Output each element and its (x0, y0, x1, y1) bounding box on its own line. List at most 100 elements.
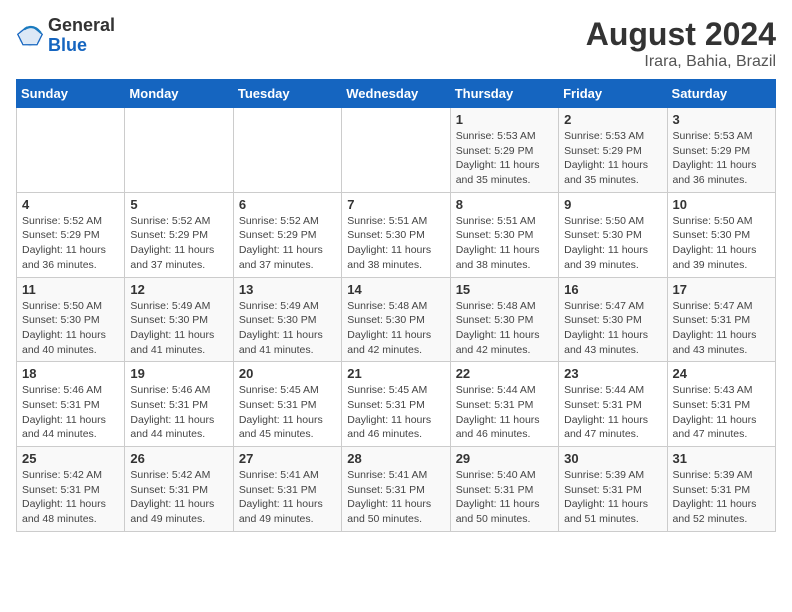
calendar-cell: 11 Sunrise: 5:50 AM Sunset: 5:30 PM Dayli… (17, 277, 125, 362)
calendar-cell: 10Sunrise: 5:50 AM Sunset: 5:30 PM Dayli… (667, 192, 775, 277)
day-number: 30 (564, 451, 661, 466)
calendar-cell: 16 Sunrise: 5:47 AM Sunset: 5:30 PM Dayli… (559, 277, 667, 362)
calendar-cell: 4 Sunrise: 5:52 AM Sunset: 5:29 PM Daylig… (17, 192, 125, 277)
calendar-cell: 30 Sunrise: 5:39 AM Sunset: 5:31 PM Dayli… (559, 447, 667, 532)
calendar-cell: 28Sunrise: 5:41 AM Sunset: 5:31 PM Dayli… (342, 447, 450, 532)
day-info: Sunrise: 5:53 AM Sunset: 5:29 PM Dayligh… (564, 129, 661, 188)
calendar-cell: 13 Sunrise: 5:49 AM Sunset: 5:30 PM Dayli… (233, 277, 341, 362)
day-info: Sunrise: 5:51 AM Sunset: 5:30 PM Dayligh… (456, 214, 553, 273)
day-number: 16 (564, 282, 661, 297)
calendar-week-5: 25 Sunrise: 5:42 AM Sunset: 5:31 PM Dayli… (17, 447, 776, 532)
day-number: 12 (130, 282, 227, 297)
day-number: 14 (347, 282, 444, 297)
day-info: Sunrise: 5:47 AM Sunset: 5:31 PM Dayligh… (673, 299, 770, 358)
calendar-cell: 29Sunrise: 5:40 AM Sunset: 5:31 PM Dayli… (450, 447, 558, 532)
calendar-week-2: 4 Sunrise: 5:52 AM Sunset: 5:29 PM Daylig… (17, 192, 776, 277)
location: Irara, Bahia, Brazil (586, 53, 776, 71)
day-number: 29 (456, 451, 553, 466)
calendar-week-1: 1Sunrise: 5:53 AM Sunset: 5:29 PM Daylig… (17, 108, 776, 193)
day-info: Sunrise: 5:39 AM Sunset: 5:31 PM Dayligh… (673, 468, 770, 527)
day-info: Sunrise: 5:45 AM Sunset: 5:31 PM Dayligh… (347, 383, 444, 442)
calendar-cell: 12Sunrise: 5:49 AM Sunset: 5:30 PM Dayli… (125, 277, 233, 362)
day-info: Sunrise: 5:41 AM Sunset: 5:31 PM Dayligh… (239, 468, 336, 527)
day-number: 18 (22, 366, 119, 381)
calendar-cell: 31 Sunrise: 5:39 AM Sunset: 5:31 PM Dayli… (667, 447, 775, 532)
day-info: Sunrise: 5:42 AM Sunset: 5:31 PM Dayligh… (22, 468, 119, 527)
month-year: August 2024 (586, 16, 776, 53)
title-block: August 2024 Irara, Bahia, Brazil (586, 16, 776, 71)
day-number: 26 (130, 451, 227, 466)
weekday-header-wednesday: Wednesday (342, 80, 450, 108)
calendar-week-4: 18 Sunrise: 5:46 AM Sunset: 5:31 PM Dayli… (17, 362, 776, 447)
calendar-cell: 7 Sunrise: 5:51 AM Sunset: 5:30 PM Daylig… (342, 192, 450, 277)
day-number: 4 (22, 197, 119, 212)
weekday-header-row: SundayMondayTuesdayWednesdayThursdayFrid… (17, 80, 776, 108)
day-info: Sunrise: 5:51 AM Sunset: 5:30 PM Dayligh… (347, 214, 444, 273)
calendar-cell: 15 Sunrise: 5:48 AM Sunset: 5:30 PM Dayli… (450, 277, 558, 362)
day-number: 21 (347, 366, 444, 381)
weekday-header-tuesday: Tuesday (233, 80, 341, 108)
day-number: 9 (564, 197, 661, 212)
calendar-table: SundayMondayTuesdayWednesdayThursdayFrid… (16, 79, 776, 532)
day-number: 23 (564, 366, 661, 381)
day-info: Sunrise: 5:46 AM Sunset: 5:31 PM Dayligh… (22, 383, 119, 442)
calendar-cell: 1Sunrise: 5:53 AM Sunset: 5:29 PM Daylig… (450, 108, 558, 193)
day-number: 7 (347, 197, 444, 212)
calendar-cell: 21 Sunrise: 5:45 AM Sunset: 5:31 PM Dayli… (342, 362, 450, 447)
calendar-cell: 6 Sunrise: 5:52 AM Sunset: 5:29 PM Daylig… (233, 192, 341, 277)
day-info: Sunrise: 5:50 AM Sunset: 5:30 PM Dayligh… (673, 214, 770, 273)
day-info: Sunrise: 5:52 AM Sunset: 5:29 PM Dayligh… (22, 214, 119, 273)
day-info: Sunrise: 5:42 AM Sunset: 5:31 PM Dayligh… (130, 468, 227, 527)
weekday-header-saturday: Saturday (667, 80, 775, 108)
calendar-cell: 5 Sunrise: 5:52 AM Sunset: 5:29 PM Daylig… (125, 192, 233, 277)
calendar-cell: 2 Sunrise: 5:53 AM Sunset: 5:29 PM Daylig… (559, 108, 667, 193)
day-info: Sunrise: 5:41 AM Sunset: 5:31 PM Dayligh… (347, 468, 444, 527)
calendar-cell: 17 Sunrise: 5:47 AM Sunset: 5:31 PM Dayli… (667, 277, 775, 362)
calendar-cell: 23 Sunrise: 5:44 AM Sunset: 5:31 PM Dayli… (559, 362, 667, 447)
calendar-cell: 20 Sunrise: 5:45 AM Sunset: 5:31 PM Dayli… (233, 362, 341, 447)
calendar-cell: 27Sunrise: 5:41 AM Sunset: 5:31 PM Dayli… (233, 447, 341, 532)
day-info: Sunrise: 5:47 AM Sunset: 5:30 PM Dayligh… (564, 299, 661, 358)
calendar-cell: 3Sunrise: 5:53 AM Sunset: 5:29 PM Daylig… (667, 108, 775, 193)
calendar-cell: 8 Sunrise: 5:51 AM Sunset: 5:30 PM Daylig… (450, 192, 558, 277)
calendar-cell: 26 Sunrise: 5:42 AM Sunset: 5:31 PM Dayli… (125, 447, 233, 532)
page-header: General Blue August 2024 Irara, Bahia, B… (16, 16, 776, 71)
day-number: 11 (22, 282, 119, 297)
day-info: Sunrise: 5:48 AM Sunset: 5:30 PM Dayligh… (456, 299, 553, 358)
day-info: Sunrise: 5:52 AM Sunset: 5:29 PM Dayligh… (130, 214, 227, 273)
day-number: 22 (456, 366, 553, 381)
day-info: Sunrise: 5:46 AM Sunset: 5:31 PM Dayligh… (130, 383, 227, 442)
calendar-cell: 18 Sunrise: 5:46 AM Sunset: 5:31 PM Dayli… (17, 362, 125, 447)
logo-icon (16, 22, 44, 50)
calendar-cell (125, 108, 233, 193)
calendar-cell: 24Sunrise: 5:43 AM Sunset: 5:31 PM Dayli… (667, 362, 775, 447)
weekday-header-monday: Monday (125, 80, 233, 108)
day-number: 15 (456, 282, 553, 297)
logo: General Blue (16, 16, 115, 56)
day-info: Sunrise: 5:50 AM Sunset: 5:30 PM Dayligh… (22, 299, 119, 358)
day-info: Sunrise: 5:48 AM Sunset: 5:30 PM Dayligh… (347, 299, 444, 358)
day-number: 31 (673, 451, 770, 466)
day-info: Sunrise: 5:44 AM Sunset: 5:31 PM Dayligh… (564, 383, 661, 442)
day-number: 17 (673, 282, 770, 297)
calendar-cell: 9Sunrise: 5:50 AM Sunset: 5:30 PM Daylig… (559, 192, 667, 277)
day-number: 6 (239, 197, 336, 212)
calendar-cell (342, 108, 450, 193)
calendar-cell: 19Sunrise: 5:46 AM Sunset: 5:31 PM Dayli… (125, 362, 233, 447)
day-info: Sunrise: 5:49 AM Sunset: 5:30 PM Dayligh… (239, 299, 336, 358)
day-info: Sunrise: 5:44 AM Sunset: 5:31 PM Dayligh… (456, 383, 553, 442)
day-info: Sunrise: 5:45 AM Sunset: 5:31 PM Dayligh… (239, 383, 336, 442)
day-number: 8 (456, 197, 553, 212)
day-info: Sunrise: 5:53 AM Sunset: 5:29 PM Dayligh… (673, 129, 770, 188)
calendar-week-3: 11 Sunrise: 5:50 AM Sunset: 5:30 PM Dayli… (17, 277, 776, 362)
day-number: 5 (130, 197, 227, 212)
weekday-header-thursday: Thursday (450, 80, 558, 108)
day-number: 25 (22, 451, 119, 466)
day-number: 20 (239, 366, 336, 381)
logo-text: General Blue (48, 16, 115, 56)
day-number: 2 (564, 112, 661, 127)
day-info: Sunrise: 5:52 AM Sunset: 5:29 PM Dayligh… (239, 214, 336, 273)
day-info: Sunrise: 5:39 AM Sunset: 5:31 PM Dayligh… (564, 468, 661, 527)
day-number: 13 (239, 282, 336, 297)
weekday-header-sunday: Sunday (17, 80, 125, 108)
